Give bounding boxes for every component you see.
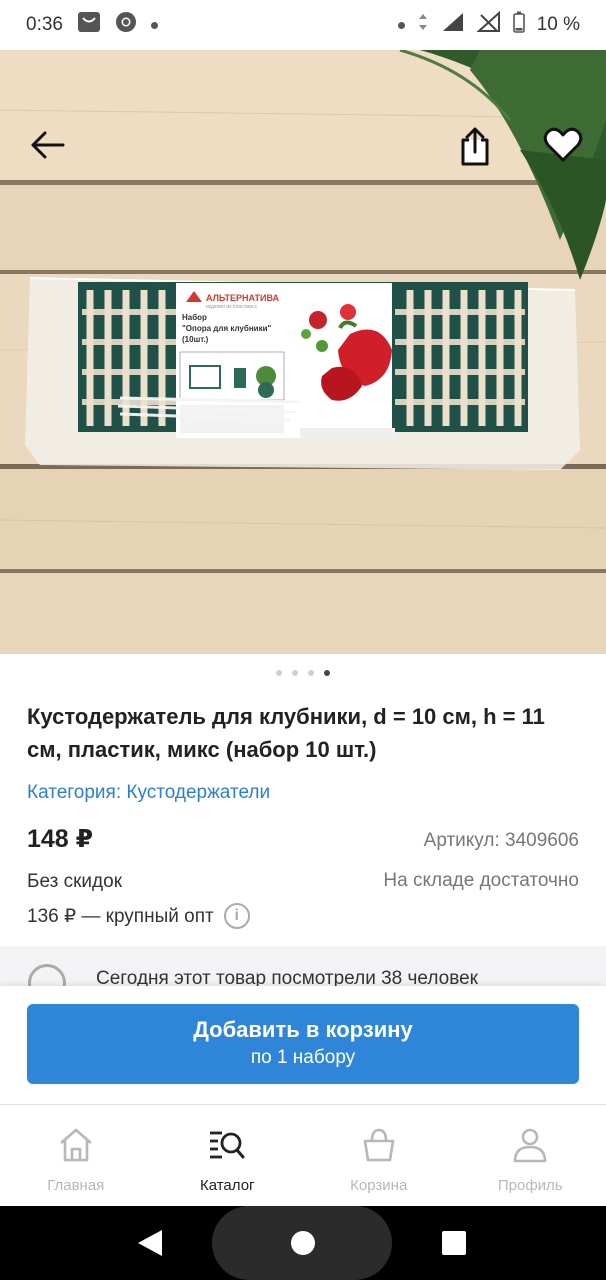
status-dot-icon — [397, 21, 405, 29]
cart-action-bar: Добавить в корзину по 1 набору — [0, 986, 606, 1104]
product-title: Кустодержатель для клубники, d = 10 см, … — [27, 704, 545, 762]
notification-dot-icon — [150, 21, 158, 29]
nav-item-home[interactable]: Главная — [0, 1105, 152, 1206]
product-image-gallery[interactable]: АЛЬТЕРНАТИВА изделия из пластмасс Набор … — [0, 50, 606, 654]
signal-icon — [441, 11, 465, 39]
package-line1: Набор — [182, 313, 207, 322]
discount-status: Без скидок — [27, 871, 122, 892]
back-arrow-icon — [31, 131, 65, 159]
catalog-search-icon — [207, 1125, 247, 1165]
status-bar: 0:36 10 % — [0, 0, 606, 50]
nav-label-home: Главная — [47, 1177, 105, 1194]
heart-icon — [543, 127, 583, 162]
battery-level: 10 % — [536, 14, 580, 35]
pager-dot[interactable] — [276, 670, 282, 676]
share-icon — [461, 127, 489, 166]
battery-icon — [512, 11, 525, 39]
chrome-icon — [115, 11, 137, 39]
add-to-cart-button[interactable]: Добавить в корзину по 1 набору — [27, 1004, 579, 1084]
wholesale-price-row: 136 ₽ — крупный опт i — [27, 903, 250, 929]
nav-label-cart: Корзина — [350, 1177, 408, 1194]
pager-dot-active[interactable] — [324, 670, 330, 676]
nav-item-cart[interactable]: Корзина — [303, 1105, 455, 1206]
sys-back-icon[interactable] — [138, 1230, 162, 1256]
wholesale-price: 136 ₽ — крупный опт — [27, 905, 214, 927]
stock-status: На складе достаточно — [383, 870, 579, 891]
bottom-nav: Главная Каталог Корзина Профиль — [0, 1104, 606, 1206]
viewers-card: Сегодня этот товар посмотрели 38 человек — [0, 946, 606, 986]
package-line2: "Опора для клубники" — [182, 324, 271, 333]
home-icon — [56, 1125, 96, 1165]
nav-label-profile: Профиль — [497, 1177, 563, 1194]
pager-dot[interactable] — [308, 670, 314, 676]
signal-empty-icon — [476, 10, 501, 39]
pager-dot[interactable] — [292, 670, 298, 676]
basket-icon — [359, 1125, 399, 1165]
add-to-cart-label: Добавить в корзину — [193, 1017, 413, 1042]
package-line3: (10шт.) — [182, 335, 209, 344]
sys-home-icon[interactable] — [291, 1231, 315, 1255]
nav-item-catalog[interactable]: Каталог — [152, 1105, 304, 1206]
package-tagline: изделия из пластмасс — [206, 304, 258, 310]
info-icon[interactable]: i — [223, 903, 250, 929]
profile-icon — [510, 1125, 550, 1165]
system-nav-buttons — [138, 1230, 466, 1256]
eye-icon — [28, 964, 66, 986]
product-sku: Артикул: 3409606 — [423, 830, 579, 851]
status-time: 0:36 — [26, 14, 63, 35]
viewers-text: Сегодня этот товар посмотрели 38 человек — [96, 968, 478, 986]
favorite-button[interactable] — [538, 122, 588, 168]
package-brand: АЛЬТЕРНАТИВА — [206, 293, 280, 303]
back-button[interactable] — [24, 122, 70, 168]
nav-label-catalog: Каталог — [199, 1177, 255, 1194]
image-pager — [0, 670, 606, 676]
add-to-cart-sublabel: по 1 набору — [250, 1047, 356, 1068]
product-price: 148 ₽ — [27, 825, 94, 853]
share-button[interactable] — [452, 124, 498, 170]
product-photo: АЛЬТЕРНАТИВА изделия из пластмасс Набор … — [0, 50, 606, 654]
system-nav-bar — [0, 1206, 606, 1280]
nav-item-profile[interactable]: Профиль — [455, 1105, 606, 1206]
sys-recents-icon[interactable] — [442, 1231, 466, 1255]
notification-app-icon — [77, 11, 101, 39]
wifi-off-icon — [417, 12, 429, 38]
category-link[interactable]: Категория: Кустодержатели — [27, 782, 270, 804]
